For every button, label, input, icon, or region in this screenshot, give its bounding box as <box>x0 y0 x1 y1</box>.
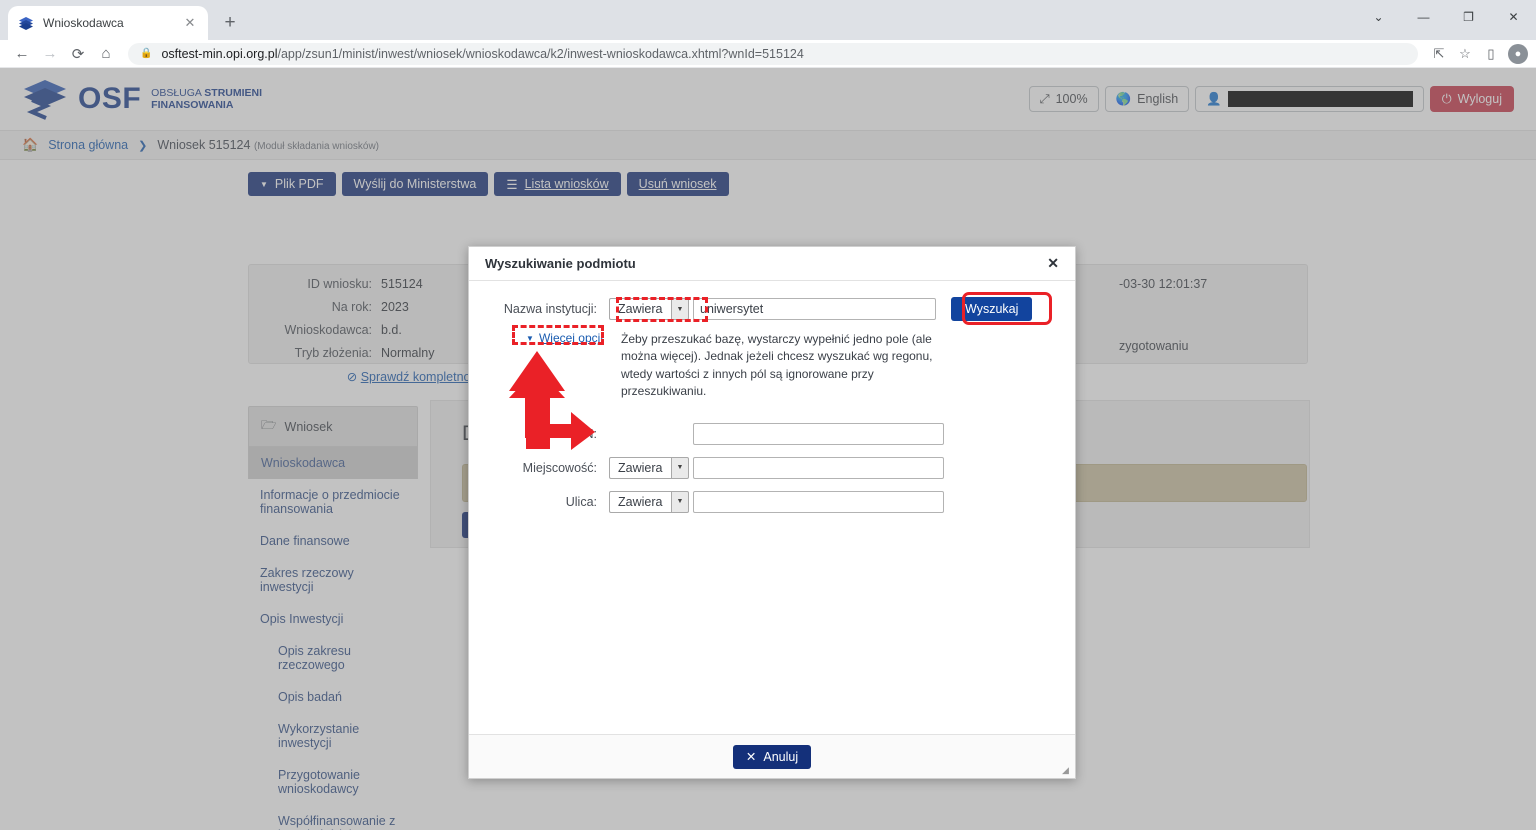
resize-grip[interactable]: ◢ <box>1062 765 1072 775</box>
street-label: Ulica: <box>565 494 597 509</box>
search-button[interactable]: Wyszukaj <box>951 297 1033 321</box>
more-options-label: Więcej opcji <box>538 331 603 345</box>
regon-input[interactable] <box>693 422 944 445</box>
more-options-link[interactable]: ▼ Więcej opcji <box>487 331 603 345</box>
institution-name-input[interactable]: uniwersytet <box>693 298 936 320</box>
browser-tab[interactable]: Wnioskodawca ✕ <box>8 6 208 40</box>
city-operator-select[interactable]: Zawiera ▼ <box>609 456 689 479</box>
chevron-down-icon: ▼ <box>671 456 689 479</box>
browser-tab-title: Wnioskodawca <box>43 16 124 30</box>
browser-tabstrip: Wnioskodawca ✕ + ⌄ — ❐ ✕ <box>0 0 1536 40</box>
institution-name-row: Nazwa instytucji: Zawiera ▼ uniwersytet … <box>487 297 1057 321</box>
close-icon[interactable]: ✕ <box>182 15 198 31</box>
back-icon[interactable]: ← <box>8 41 36 67</box>
street-operator-select[interactable]: Zawiera ▼ <box>609 490 689 513</box>
city-row: Miejscowość: Zawiera ▼ <box>487 456 1057 479</box>
home-icon[interactable]: ⌂ <box>92 41 120 67</box>
share-icon[interactable]: ⇱ <box>1426 41 1452 67</box>
reload-icon[interactable]: ⟳ <box>64 41 92 67</box>
new-tab-button[interactable]: + <box>216 9 244 37</box>
institution-name-operator-select[interactable]: Zawiera ▼ <box>609 298 689 320</box>
dialog-header: Wyszukiwanie podmiotu ✕ <box>469 247 1075 281</box>
profile-avatar[interactable]: ● <box>1508 43 1528 64</box>
city-input[interactable] <box>693 456 944 479</box>
side-panel-icon[interactable]: ▯ <box>1478 41 1504 67</box>
dialog-title: Wyszukiwanie podmiotu <box>485 256 636 271</box>
url-path: /app/zsun1/minist/inwest/wniosek/wniosko… <box>277 46 804 61</box>
dialog-footer: ✕ Anuluj ◢ <box>469 734 1075 778</box>
entity-search-dialog: Wyszukiwanie podmiotu ✕ Nazwa instytucji… <box>468 246 1076 779</box>
minimize-icon[interactable]: — <box>1401 0 1446 34</box>
cancel-label: Anuluj <box>763 749 799 764</box>
maximize-icon[interactable]: ❐ <box>1446 0 1491 34</box>
page-content: OSF OBSŁUGA STRUMIENI FINANSOWANIA ⤢ 100… <box>0 68 1536 830</box>
browser-toolbar: ← → ⟳ ⌂ 🔒 osftest-min.opi.org.pl/app/zsu… <box>0 40 1536 68</box>
caret-down-icon: ▼ <box>526 333 534 343</box>
bookmark-star-icon[interactable]: ☆ <box>1452 41 1478 67</box>
chevron-down-icon[interactable]: ⌄ <box>1356 0 1401 34</box>
close-icon[interactable]: ✕ <box>1047 255 1059 272</box>
city-label: Miejscowość: <box>522 460 597 475</box>
institution-name-operator-value: Zawiera <box>609 298 671 320</box>
site-favicon <box>19 17 33 30</box>
window-close-icon[interactable]: ✕ <box>1491 0 1536 34</box>
institution-name-label: Nazwa instytucji: <box>503 302 597 316</box>
close-icon: ✕ <box>745 750 757 764</box>
lock-icon: 🔒 <box>140 48 153 59</box>
url-host: osftest-min.opi.org.pl <box>161 46 278 61</box>
annotation-arrow-elbow-icon <box>509 368 595 450</box>
cancel-button[interactable]: ✕ Anuluj <box>732 744 812 769</box>
street-operator-value: Zawiera <box>609 490 671 513</box>
forward-icon[interactable]: → <box>36 41 64 67</box>
window-controls: ⌄ — ❐ ✕ <box>1356 0 1536 34</box>
street-row: Ulica: Zawiera ▼ <box>487 490 1057 513</box>
search-help-text: Żeby przeszukać bazę, wystarczy wypełnić… <box>621 332 933 399</box>
chevron-down-icon: ▼ <box>671 490 689 513</box>
street-input[interactable] <box>693 490 944 513</box>
city-operator-value: Zawiera <box>609 456 671 479</box>
address-bar[interactable]: 🔒 osftest-min.opi.org.pl/app/zsun1/minis… <box>128 42 1418 65</box>
chevron-down-icon: ▼ <box>671 298 689 320</box>
